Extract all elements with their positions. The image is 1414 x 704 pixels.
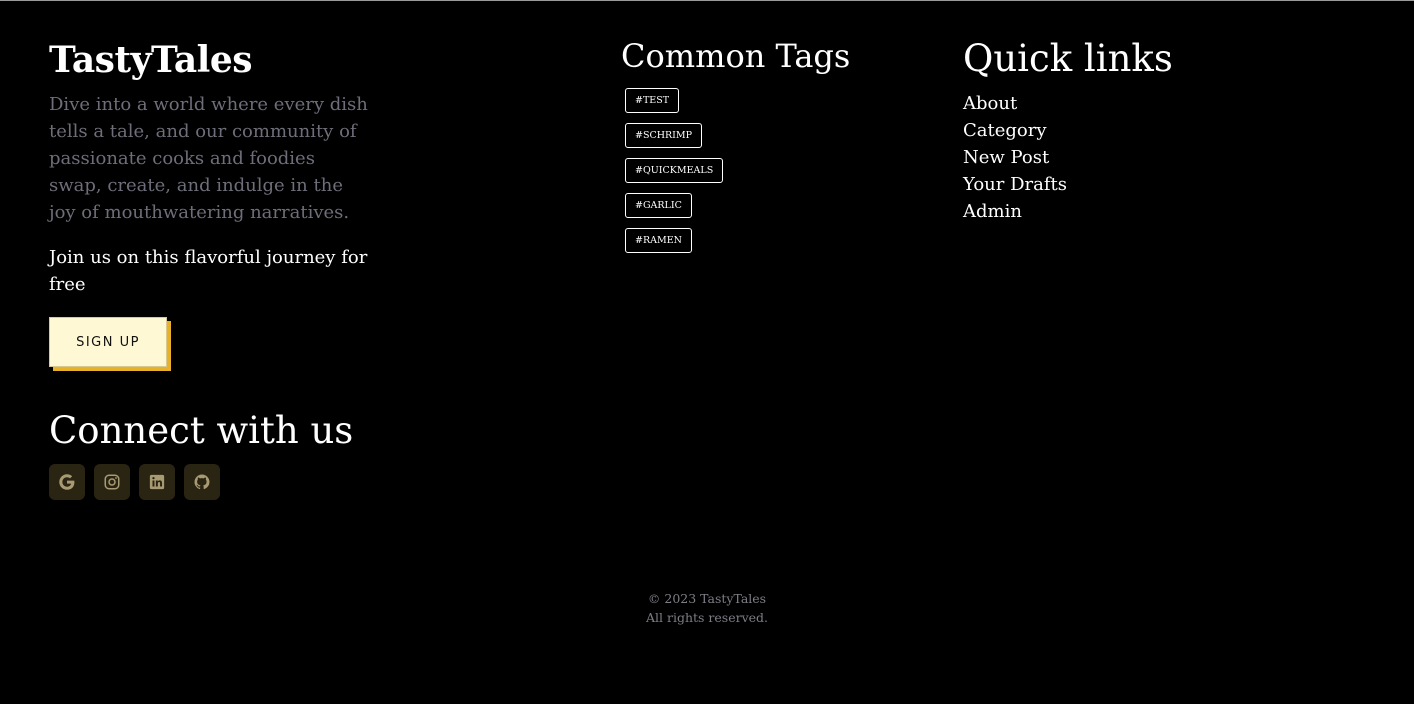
common-tags-section: Common Tags #TEST #SCHRIMP #QUICKMEALS #… bbox=[621, 36, 921, 253]
copyright-text: © 2023 TastyTales bbox=[647, 591, 767, 606]
common-tags-title: Common Tags bbox=[621, 37, 851, 75]
top-divider bbox=[0, 0, 1414, 1]
copyright-notice: © 2023 TastyTales All rights reserved. bbox=[0, 589, 1414, 627]
quick-links-list: About Category New Post Your Drafts Admi… bbox=[963, 90, 1263, 225]
brand-tagline: Dive into a world where every dish tells… bbox=[49, 94, 368, 223]
instagram-icon bbox=[104, 474, 120, 490]
link-new-post[interactable]: New Post bbox=[963, 144, 1263, 171]
tag-garlic[interactable]: #GARLIC bbox=[625, 193, 692, 218]
tag-quickmeals[interactable]: #QUICKMEALS bbox=[625, 158, 724, 183]
tag-list: #TEST #SCHRIMP #QUICKMEALS #GARLIC #RAME… bbox=[625, 88, 921, 253]
signup-button[interactable]: SIGN UP bbox=[49, 317, 167, 367]
google-icon bbox=[59, 474, 75, 490]
link-your-drafts[interactable]: Your Drafts bbox=[963, 171, 1263, 198]
brand-section: TastyTales Dive into a world where every… bbox=[49, 38, 369, 500]
brand-title: TastyTales bbox=[49, 39, 253, 81]
linkedin-icon bbox=[149, 474, 165, 490]
link-about[interactable]: About bbox=[963, 90, 1263, 117]
rights-text: All rights reserved. bbox=[645, 610, 769, 625]
quick-links-section: Quick links About Category New Post Your… bbox=[963, 36, 1263, 225]
github-link[interactable] bbox=[184, 464, 220, 500]
join-text: Join us on this flavorful journey for fr… bbox=[49, 247, 368, 295]
tag-schrimp[interactable]: #SCHRIMP bbox=[625, 123, 703, 148]
connect-title: Connect with us bbox=[49, 409, 354, 452]
github-icon bbox=[194, 474, 210, 490]
instagram-link[interactable] bbox=[94, 464, 130, 500]
signup-button-wrapper: SIGN UP bbox=[49, 317, 171, 371]
tag-test[interactable]: #TEST bbox=[625, 88, 680, 113]
quick-links-title: Quick links bbox=[963, 37, 1173, 80]
linkedin-link[interactable] bbox=[139, 464, 175, 500]
social-links bbox=[49, 464, 369, 500]
google-link[interactable] bbox=[49, 464, 85, 500]
tag-ramen[interactable]: #RAMEN bbox=[625, 228, 692, 253]
link-category[interactable]: Category bbox=[963, 117, 1263, 144]
link-admin[interactable]: Admin bbox=[963, 198, 1263, 225]
